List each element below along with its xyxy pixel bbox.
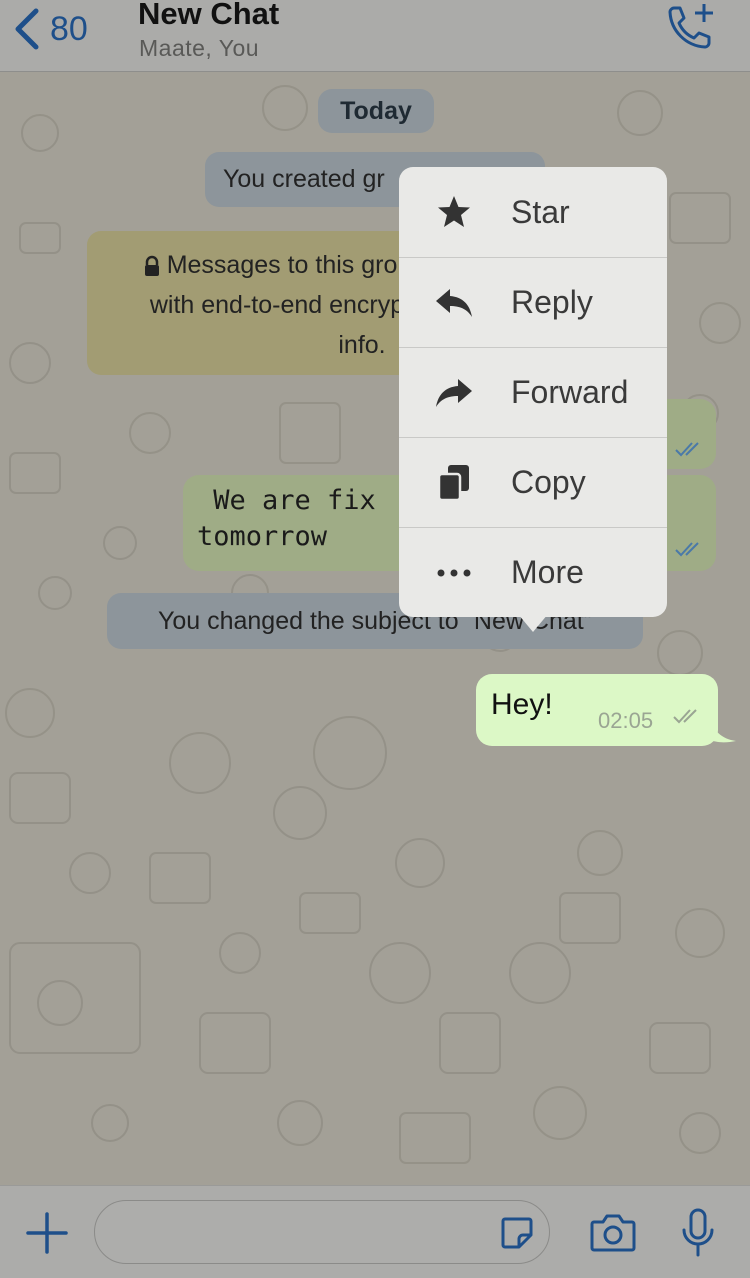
copy-icon xyxy=(437,464,469,501)
menu-item-label: Forward xyxy=(511,374,629,410)
star-icon xyxy=(438,196,470,227)
menu-item-forward[interactable]: Forward xyxy=(399,347,667,437)
menu-item-label: Copy xyxy=(511,464,586,500)
date-divider: Today xyxy=(318,89,434,133)
chevron-left-icon xyxy=(15,8,39,50)
selected-message-bubble[interactable]: Hey! 02:05 xyxy=(476,674,718,746)
menu-item-label: Star xyxy=(511,193,570,230)
message-context-menu: Star Reply Forward Copy More xyxy=(399,167,667,617)
menu-item-copy[interactable]: Copy xyxy=(399,437,667,527)
menu-item-star[interactable]: Star xyxy=(399,167,667,257)
chat-title[interactable]: New Chat xyxy=(138,0,279,32)
forward-icon xyxy=(436,378,472,407)
attach-plus-icon[interactable] xyxy=(26,1212,68,1254)
add-call-icon[interactable] xyxy=(660,0,720,56)
menu-item-more[interactable]: More xyxy=(399,527,667,617)
menu-pointer-arrow xyxy=(518,614,548,632)
chat-participants[interactable]: Maate, You xyxy=(139,35,259,62)
message-text: Hey! xyxy=(491,688,553,721)
lock-icon xyxy=(144,256,159,277)
read-ticks-icon xyxy=(675,442,699,457)
more-icon xyxy=(437,569,471,576)
read-ticks-icon xyxy=(675,542,699,557)
menu-item-reply[interactable]: Reply xyxy=(399,257,667,347)
message-input[interactable] xyxy=(94,1200,550,1264)
back-unread-count: 80 xyxy=(50,9,88,48)
sticker-icon[interactable] xyxy=(499,1215,535,1251)
message-input-bar xyxy=(0,1185,750,1278)
back-button[interactable]: 80 xyxy=(12,4,88,54)
message-text: We are fix tomorrow xyxy=(197,485,376,552)
delivered-ticks-icon xyxy=(673,709,697,724)
menu-item-label: Reply xyxy=(511,284,593,320)
microphone-icon[interactable] xyxy=(680,1208,716,1258)
reply-icon xyxy=(436,288,472,317)
chat-header: 80 New Chat Maate, You xyxy=(0,0,750,72)
message-time: 02:05 xyxy=(598,708,654,733)
bubble-tail xyxy=(708,713,736,743)
camera-icon[interactable] xyxy=(590,1212,636,1252)
menu-item-label: More xyxy=(511,554,584,590)
